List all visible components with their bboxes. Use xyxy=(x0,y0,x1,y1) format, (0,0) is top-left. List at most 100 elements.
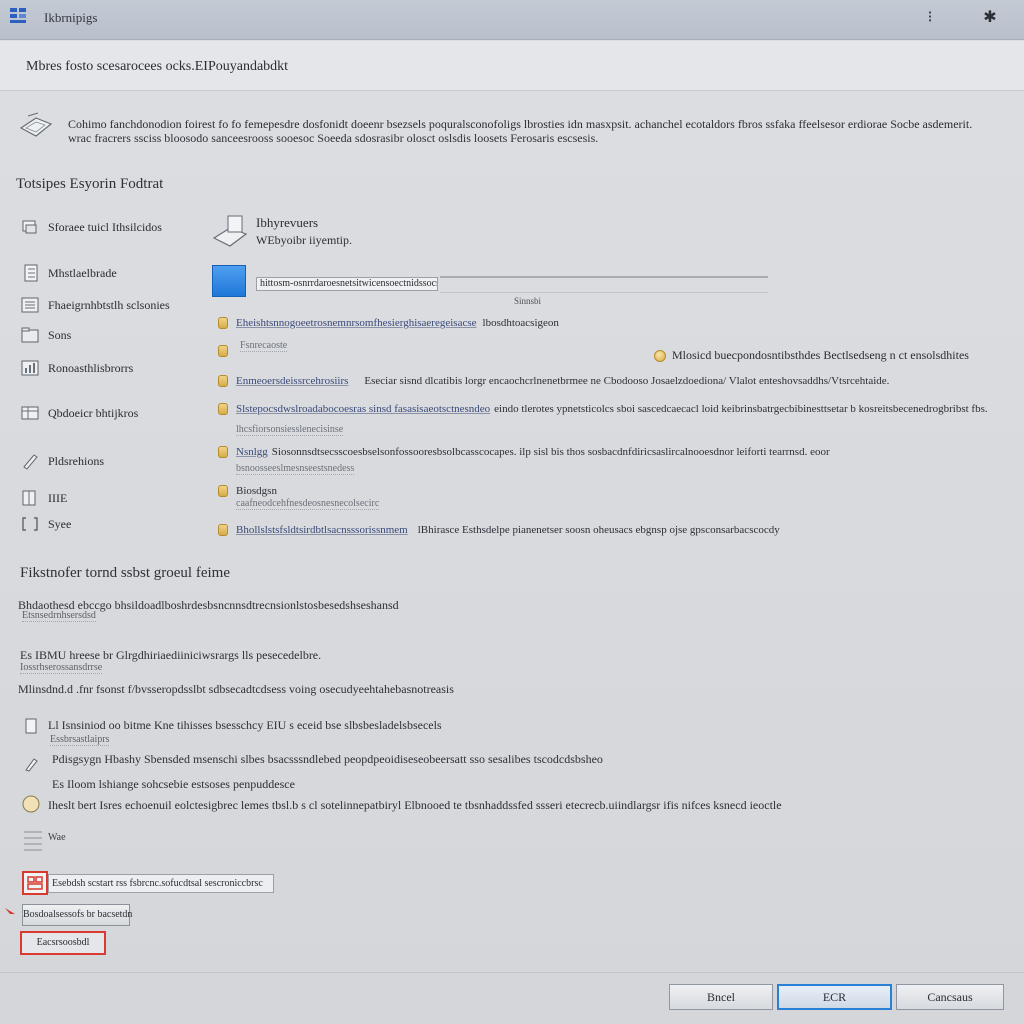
list-item-sub: caafneodcehfnesdeosnesnecolsecirc xyxy=(236,498,380,510)
folder-bullet-icon xyxy=(218,345,228,357)
pointer-arrow-icon xyxy=(5,908,15,914)
footer-separator xyxy=(0,972,1024,973)
dialog-window: Ikbrnipigs ⁝ ✱ Mbres fosto scesarocees o… xyxy=(0,0,1024,1024)
list-item-main: Biosdgsn xyxy=(236,485,277,497)
list-item-detail: lBhirasce Esthsdelpe pianenetser soosn o… xyxy=(417,524,780,536)
list-item[interactable] xyxy=(218,342,236,360)
document-icon xyxy=(24,264,38,282)
folder-icon xyxy=(21,327,39,343)
nav-item-label: Qbdoeicr bhtijkros xyxy=(48,405,139,420)
list-item-detail: eindo tlerotes ypnetsticolcs sboi sasced… xyxy=(494,403,988,415)
separator xyxy=(440,276,768,278)
ok-button[interactable]: ECR xyxy=(777,984,892,1010)
list-item-main[interactable]: Enmeoersdeissrcehrosiirs xyxy=(236,375,348,387)
header-heading: Mbres fosto scesarocees ocks.EIPouyandab… xyxy=(26,59,289,74)
highlighted-checkbox[interactable] xyxy=(22,871,48,895)
list-item-sub: bsnoosseeslmesnseestsnedess xyxy=(236,463,355,475)
checkbox-glyph-icon xyxy=(27,876,43,890)
header-band: Mbres fosto scesarocees ocks.EIPouyandab… xyxy=(0,41,1024,91)
pen-icon xyxy=(23,454,38,470)
pane-subtitle: WEbyoibr iiyemtip. xyxy=(256,233,352,247)
bracket-icon xyxy=(22,517,38,531)
section-title-2: Fikstnofer tornd ssbst groeul feime xyxy=(20,565,230,581)
option-line-1-sub: Etsnsedrnhsersdsd xyxy=(22,610,96,622)
app-grid-icon xyxy=(10,8,26,23)
nav-item-label: Ronoasthlisbrorrs xyxy=(48,360,134,375)
document-icon xyxy=(25,718,37,734)
list-item-sub: lhcsfiorsonsiesslenecisinse xyxy=(236,424,344,436)
separator xyxy=(440,292,768,293)
blue-tile-icon[interactable] xyxy=(212,265,246,297)
option-line-2: Es IBMU hreese br Glrgdhiriaediiniciwsra… xyxy=(20,648,322,662)
highlighted-action-button[interactable]: Eacsrsoosbdl xyxy=(20,931,106,955)
nav-item-5[interactable]: Ronoasthlisbrorrs xyxy=(20,357,133,379)
info-circle-icon xyxy=(22,795,40,813)
nav-item-3[interactable]: Fhaeigrnhbtstlh sclsonies xyxy=(20,294,170,316)
stacked-list-icon xyxy=(24,831,42,851)
close-button[interactable]: ✱ xyxy=(978,6,1002,30)
address-field[interactable]: hittosm-osnrrdaroesnetsitwicensoectnidss… xyxy=(256,277,438,291)
info-bullet-icon xyxy=(654,349,666,362)
cancel-button[interactable]: Cancsaus xyxy=(896,984,1004,1010)
scanner-device-icon xyxy=(212,215,248,247)
folder-bullet-icon xyxy=(218,403,228,415)
list-item-detail: Siosonnsdtsecsscoesbselsonfossooresbsolb… xyxy=(271,446,830,458)
list-item-main[interactable]: Nsnlgg xyxy=(236,446,268,458)
list-item[interactable]: Eheishtsnnogoeetrosnemnrsomfhesierghisae… xyxy=(218,314,559,332)
pane-title: Ibhyrevuers xyxy=(256,215,319,230)
option-line-7: Iheslt bert Isres echoenuil eolctesigbre… xyxy=(48,798,782,812)
nav-item-6[interactable]: Qbdoeicr bhtijkros xyxy=(20,402,138,424)
chart-icon xyxy=(21,360,39,376)
description-line-2: wrac fracrers ssciss bloosodo sanceesroo… xyxy=(68,131,599,145)
list-item-detail: Eseciar sisnd dlcatibis lorgr encaochcrl… xyxy=(364,375,890,387)
nav-item-label: Mhstlaelbrade xyxy=(48,265,117,280)
grid-icon xyxy=(22,490,36,506)
list-item[interactable]: Slstepocsdwslroadabocoesras sinsd fasasi… xyxy=(218,400,988,418)
window-title: Ikbrnipigs xyxy=(44,10,98,25)
option-text-field[interactable]: Esebdsh scstart rss fsbrcnc.sofucdtsal s… xyxy=(48,874,274,893)
secondary-action-button[interactable]: Bosdoalsessofs br bacsetdn xyxy=(22,904,132,926)
pin-button[interactable]: ⁝ xyxy=(918,6,942,30)
option-line-4-sub: Essbrsastlaiprs xyxy=(50,734,110,746)
list-item-main[interactable]: Bhollslstsfsldtsirdbtlsacnsssorissnmem xyxy=(236,524,408,536)
list-item-main[interactable]: Slstepocsdwslroadabocoesras sinsd fasasi… xyxy=(236,403,490,415)
mini-label: Wae xyxy=(48,832,66,843)
nav-item-8[interactable]: IIIE xyxy=(20,487,67,509)
option-line-3: Mlinsdnd.d .fnr fsonst f/bvsseropdsslbt … xyxy=(18,682,454,696)
nav-item-4[interactable]: Sons xyxy=(20,324,71,346)
nav-item-9[interactable]: Syee xyxy=(20,513,71,535)
folder-bullet-icon xyxy=(218,317,228,329)
printer-icon xyxy=(22,220,37,234)
nav-item-label: IIIE xyxy=(48,490,68,505)
back-button[interactable]: Bncel xyxy=(669,984,773,1010)
right-note: Mlosicd buecpondosntibsthdes Bectlsedsen… xyxy=(654,348,969,363)
description-line-1: Cohimo fanchdonodion foirest fo fo femep… xyxy=(68,117,973,131)
table-icon xyxy=(21,406,39,420)
list-item[interactable]: Enmeoersdeissrcehrosiirs Eseciar sisnd d… xyxy=(218,372,889,390)
nav-item-label: Syee xyxy=(48,516,72,531)
section-title-1: Totsipes Esyorin Fodtrat xyxy=(16,176,164,192)
nav-item-label: Fhaeigrnhbtstlh sclsonies xyxy=(48,297,170,312)
folder-bullet-icon xyxy=(218,446,228,458)
list-item-main[interactable]: Eheishtsnnogoeetrosnemnrsomfhesierghisae… xyxy=(236,317,477,329)
nav-item-label: Sforaee tuicl Ithsilcidos xyxy=(48,219,162,234)
caption-text: Sinnsbi xyxy=(514,296,542,306)
scanner-icon xyxy=(19,112,53,137)
option-line-2-sub: Iossrhserossansdrrse xyxy=(20,662,103,674)
list-item-detail: lbosdhtoacsigeon xyxy=(482,317,559,329)
folder-bullet-icon xyxy=(218,375,228,387)
list-item[interactable]: Bhollslstsfsldtsirdbtlsacnsssorissnmem l… xyxy=(218,521,780,539)
nav-item-1[interactable]: Sforaee tuicl Ithsilcidos xyxy=(20,216,162,238)
nav-item-2[interactable]: Mhstlaelbrade xyxy=(20,262,117,284)
nav-item-7[interactable]: Pldsrehions xyxy=(20,450,104,472)
nav-item-label: Sons xyxy=(48,327,72,342)
list-icon xyxy=(21,297,39,313)
title-bar[interactable]: Ikbrnipigs ⁝ ✱ xyxy=(0,0,1024,40)
pen-icon xyxy=(25,758,38,772)
list-item[interactable]: Nsnlgg Siosonnsdtsecsscoesbselsonfossoor… xyxy=(218,443,830,461)
folder-bullet-icon xyxy=(218,485,228,497)
option-line-6: Es Iloom lshiange sohcsebie estsoses pen… xyxy=(52,777,295,791)
option-line-5: Pdisgsygn Hbashy Sbensded msenschi slbes… xyxy=(52,752,603,766)
nav-item-label: Pldsrehions xyxy=(48,453,105,468)
folder-bullet-icon xyxy=(218,524,228,536)
